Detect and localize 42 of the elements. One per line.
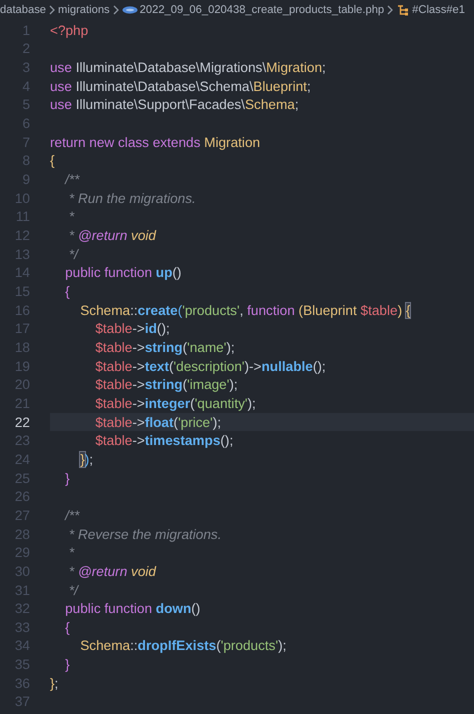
code-line: * @return void (68, 227, 158, 245)
file-icon (122, 6, 138, 14)
code-line: }; (50, 674, 60, 693)
code-line: */ (68, 246, 80, 264)
code-line: { (50, 152, 56, 170)
code-line: }); (79, 450, 94, 469)
class-icon (396, 3, 410, 17)
code-line: * (68, 544, 76, 562)
breadcrumb-item[interactable]: database (0, 4, 46, 16)
code-line: /** (64, 506, 81, 525)
code-line: $table->string('name'); (94, 338, 236, 357)
code-line: public function up() (64, 264, 182, 282)
code-line: /** (64, 171, 81, 189)
chevron-icon (386, 5, 394, 15)
code-line: * (68, 208, 76, 226)
breadcrumb-item[interactable]: migrations (58, 4, 110, 16)
breadcrumb-item[interactable]: #Class#e1 (412, 4, 466, 16)
code-line: $table->timestamps(); (94, 432, 234, 450)
line-number: 22 (14, 414, 30, 430)
breadcrumb-item[interactable]: 2022_09_06_020438_create_products_table.php (140, 4, 384, 16)
chevron-icon (48, 5, 56, 15)
chevron-icon (112, 5, 120, 15)
code-line: * Run the migrations. (68, 190, 197, 208)
code-line: use Illuminate\Database\Migrations\Migration; (50, 59, 327, 77)
code-line: } (64, 470, 71, 488)
code-line: Schema::dropIfExists('products'); (79, 637, 288, 656)
code-line: */ (68, 582, 80, 600)
code-line: <?php (50, 22, 90, 40)
code-line: * Reverse the migrations. (68, 526, 223, 544)
code-line: use Illuminate\Support\Facades\Schema; (50, 96, 300, 114)
code-line: $table->id(); (94, 320, 171, 338)
code-line: $table->text('description')->nullable(); (94, 358, 327, 376)
code-line: * @return void (68, 562, 158, 581)
code-line: use Illuminate\Database\Schema\Blueprint; (50, 78, 312, 96)
code-line: $table->integer('quantity'); (94, 394, 257, 413)
code-line: public function down() (64, 600, 202, 618)
code-line: $table->string('image'); (94, 376, 239, 394)
code-line: { (64, 283, 71, 301)
code-line: } (64, 656, 71, 674)
code-line: { (64, 618, 71, 637)
code-line: return new class extends Migration (50, 134, 262, 152)
code-line: Schema::create('products', function (Blueprint $table) { (79, 302, 412, 320)
